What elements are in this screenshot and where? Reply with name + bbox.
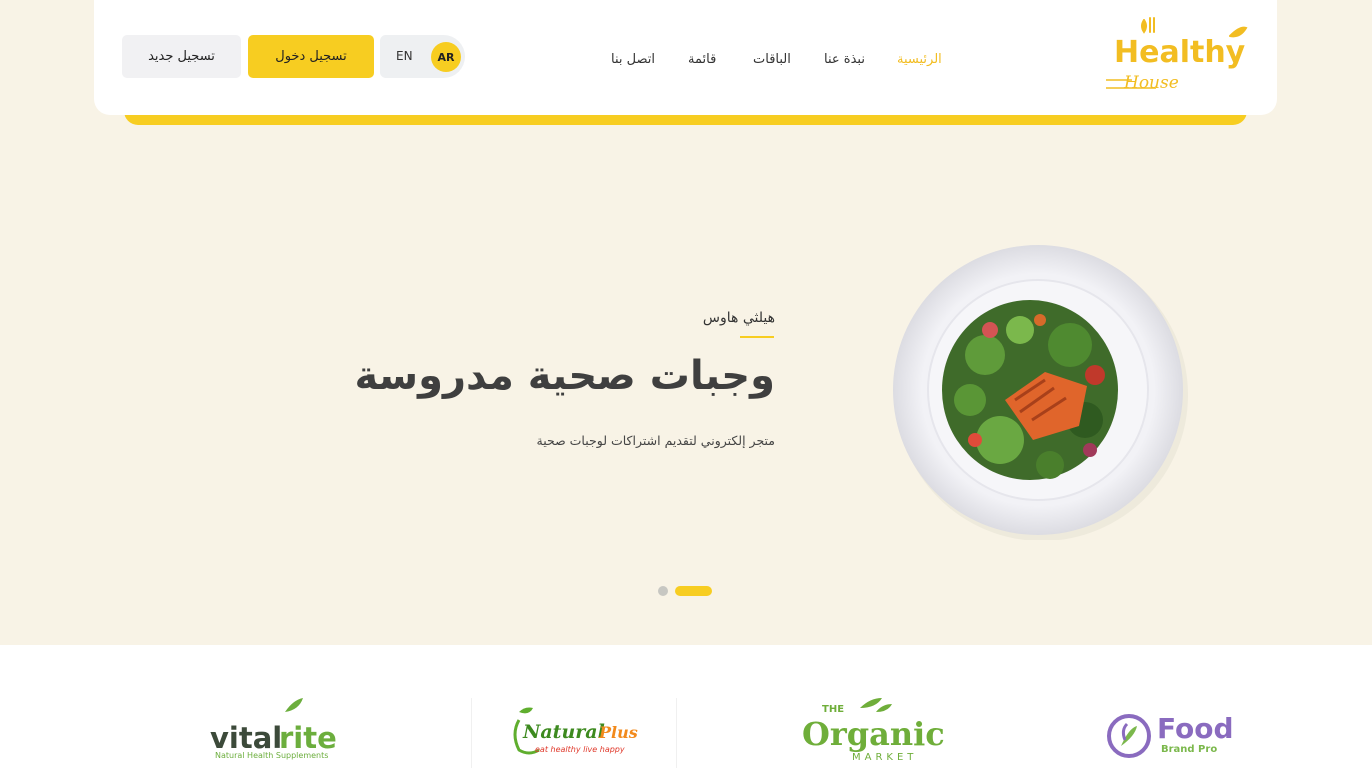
svg-text:Natural Health Supplements: Natural Health Supplements (215, 751, 328, 760)
svg-text:MARKET: MARKET (852, 752, 917, 763)
nav-contact[interactable]: اتصل بنا (611, 52, 655, 67)
svg-text:vital: vital (210, 721, 282, 755)
hero-title: وجبات صحية مدروسة (354, 353, 775, 399)
brand-divider (676, 698, 677, 768)
svg-text:rite: rite (279, 721, 337, 755)
svg-text:Brand Pro: Brand Pro (1161, 744, 1217, 755)
svg-text:Plus: Plus (598, 723, 638, 742)
slider-dot-2-active[interactable] (675, 586, 712, 596)
svg-text:House: House (1123, 73, 1179, 93)
nav-about[interactable]: نبذة عنا (824, 52, 865, 67)
organics-market-logo: THE Organics MARKET (802, 698, 945, 763)
brand-divider (471, 698, 472, 768)
nav-menu[interactable]: قائمة (688, 52, 716, 67)
language-toggle[interactable]: EN AR (380, 35, 465, 78)
svg-text:THE: THE (822, 704, 844, 715)
slider-dot-1[interactable] (658, 586, 668, 596)
vitalrite-logo: vital rite Natural Health Supplements (210, 698, 337, 760)
lang-en-option[interactable]: EN (396, 49, 413, 63)
salad-plate-image (893, 245, 1188, 540)
naturalplus-logo: Natural Plus eat healthy live happy (513, 707, 638, 755)
hero-subtitle: متجر إلكتروني لتقديم اشتراكات لوجبات صحي… (536, 433, 775, 448)
svg-text:eat healthy live happy: eat healthy live happy (535, 745, 625, 754)
lang-ar-option[interactable]: AR (431, 42, 461, 72)
nav-home[interactable]: الرئيسية (897, 52, 942, 67)
nav-packages[interactable]: الباقات (753, 52, 791, 67)
food-brand-pro-logo: Food Brand Pro (1107, 712, 1234, 758)
svg-text:Organics: Organics (802, 715, 945, 753)
healthy-house-logo[interactable]: Healthy House (1102, 14, 1252, 96)
login-button[interactable]: تسجيل دخول (248, 35, 374, 78)
svg-text:Natural: Natural (522, 721, 605, 743)
register-button[interactable]: تسجيل جديد (122, 35, 241, 78)
svg-text:Healthy: Healthy (1114, 35, 1246, 70)
svg-text:Food: Food (1157, 712, 1234, 745)
hero-tagline: هيلثي هاوس (702, 310, 775, 326)
tagline-underline (740, 336, 774, 338)
